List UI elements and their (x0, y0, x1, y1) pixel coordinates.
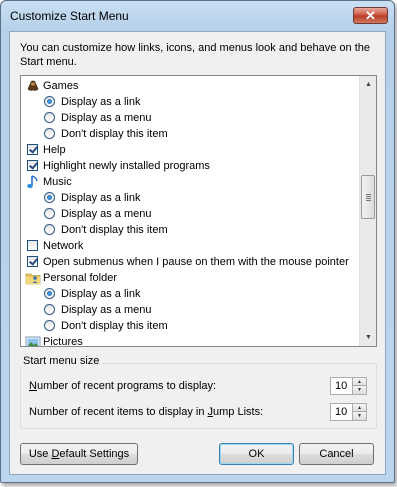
checkbox-label: Highlight newly installed programs (43, 160, 210, 172)
checkbox-label: Network (43, 240, 84, 252)
radio-selected[interactable] (44, 96, 55, 107)
radio-unselected[interactable] (44, 320, 55, 331)
ok-button[interactable]: OK (219, 443, 294, 465)
recent-items-value[interactable]: 10 (335, 406, 347, 418)
scroll-up-arrow-icon[interactable]: ▲ (360, 76, 376, 93)
scroll-thumb[interactable] (361, 175, 375, 219)
checkbox-checked[interactable] (27, 256, 38, 267)
intro-text: You can customize how links, icons, and … (20, 42, 370, 68)
start-menu-size-title: Start menu size (20, 355, 103, 367)
list-header-label: Personal folder (43, 272, 117, 284)
radio-unselected[interactable] (44, 208, 55, 219)
use-default-settings-button[interactable]: Use Default Settings (20, 443, 138, 465)
options-list[interactable]: Games Display as a link Display as a menu D… (20, 75, 377, 347)
grip-line (366, 196, 371, 197)
recent-items-label: Number of recent items to display in Jum… (29, 406, 264, 418)
customize-start-menu-dialog: Customize Start Menu ✕ You can customize… (0, 0, 395, 483)
radio-label: Display as a link (61, 192, 141, 204)
vertical-scrollbar[interactable]: ▲ ▼ (359, 76, 376, 346)
radio-selected[interactable] (44, 192, 55, 203)
grip-line (366, 200, 371, 201)
checkbox-label: Open submenus when I pause on them with … (43, 256, 349, 268)
checkbox-checked[interactable] (27, 160, 38, 171)
decrement-arrow-icon[interactable]: ▼ (352, 411, 366, 420)
music-icon (25, 174, 41, 190)
radio-label: Display as a link (61, 288, 141, 300)
radio-label: Don't display this item (61, 224, 168, 236)
radio-unselected[interactable] (44, 112, 55, 123)
grip-line (366, 198, 371, 199)
radio-selected[interactable] (44, 288, 55, 299)
checkbox-unchecked[interactable] (27, 240, 38, 251)
cancel-button[interactable]: Cancel (299, 443, 374, 465)
personal-folder-icon (25, 270, 41, 286)
radio-label: Don't display this item (61, 128, 168, 140)
pictures-icon (25, 334, 41, 346)
radio-unselected[interactable] (44, 304, 55, 315)
radio-label: Display as a menu (61, 112, 152, 124)
radio-label: Display as a menu (61, 208, 152, 220)
checkbox-checked[interactable] (27, 144, 38, 155)
checkbox-label: Help (43, 144, 66, 156)
close-button[interactable]: ✕ (353, 7, 388, 24)
recent-programs-label: Number of recent programs to display: (29, 380, 217, 392)
list-header-label: Pictures (43, 336, 83, 347)
recent-programs-stepper[interactable]: 10 ▲ ▼ (330, 377, 367, 395)
radio-label: Display as a link (61, 96, 141, 108)
recent-programs-value[interactable]: 10 (335, 380, 347, 392)
recent-items-stepper[interactable]: 10 ▲ ▼ (330, 403, 367, 421)
radio-unselected[interactable] (44, 128, 55, 139)
grip-line (366, 194, 371, 195)
list-header-label: Music (43, 176, 72, 188)
radio-label: Don't display this item (61, 320, 168, 332)
decrement-arrow-icon[interactable]: ▼ (352, 385, 366, 394)
radio-label: Display as a menu (61, 304, 152, 316)
window-title: Customize Start Menu (10, 9, 129, 23)
list-header-label: Games (43, 80, 79, 92)
dialog-body: You can customize how links, icons, and … (9, 31, 386, 475)
start-menu-size-group (20, 363, 377, 429)
title-bar[interactable]: Customize Start Menu ✕ (1, 1, 394, 31)
games-icon (25, 78, 41, 94)
scroll-down-arrow-icon[interactable]: ▼ (360, 329, 376, 346)
radio-unselected[interactable] (44, 224, 55, 235)
